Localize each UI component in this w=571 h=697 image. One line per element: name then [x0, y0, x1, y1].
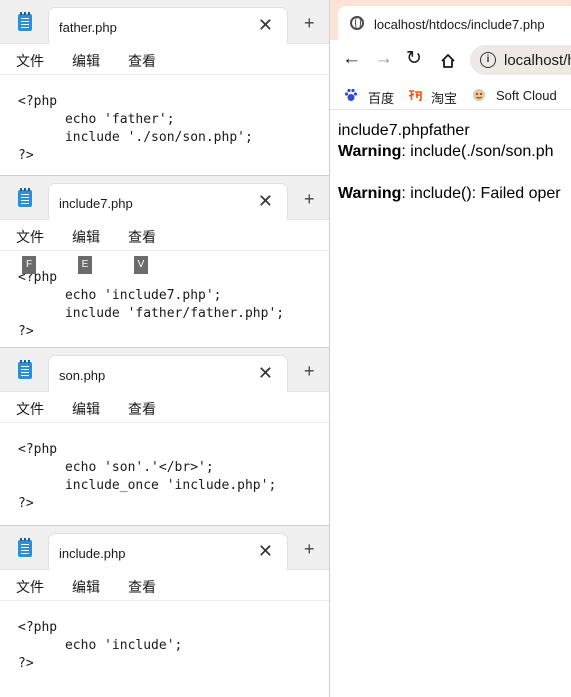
code-editor[interactable]: <?php echo 'son'.'</br>'; include_once '…: [0, 423, 329, 513]
bookmark-baidu[interactable]: 百度: [368, 88, 394, 107]
bookmark-soft-cloud[interactable]: Soft Cloud: [496, 88, 557, 103]
code-editor[interactable]: <?php echo 'include'; ?>: [0, 601, 329, 673]
close-icon[interactable]: ✕: [258, 192, 273, 210]
notepad-tab-bar: father.php ✕ +: [0, 0, 329, 44]
soft-cloud-icon: [473, 89, 485, 101]
baidu-paw-icon: [344, 88, 358, 101]
forward-arrow-icon[interactable]: →: [374, 48, 393, 70]
notepad-window-include: include.php ✕ + 文件 编辑 查看 <?php echo 'inc…: [0, 525, 330, 697]
back-arrow-icon[interactable]: ←: [342, 48, 361, 70]
notepad-tab[interactable]: include7.php ✕: [48, 183, 288, 220]
browser-window: localhost/htdocs/include7.php ← → ↻ i lo…: [329, 0, 571, 697]
menu-edit[interactable]: 编辑: [72, 577, 100, 597]
menu-file[interactable]: 文件: [16, 577, 44, 597]
page-content: include7.phpfather Warning: include(./so…: [330, 110, 571, 204]
notepad-tab-bar: include7.php ✕ +: [0, 176, 329, 220]
tab-title: son.php: [59, 368, 106, 383]
notepad-tab[interactable]: father.php ✕: [48, 7, 288, 44]
notepad-icon: [18, 538, 32, 557]
browser-tab-strip: localhost/htdocs/include7.php: [330, 0, 571, 40]
code-editor[interactable]: <?php echo 'father'; include './son/son.…: [0, 75, 329, 165]
close-icon[interactable]: ✕: [258, 542, 273, 560]
browser-tab[interactable]: localhost/htdocs/include7.php: [338, 6, 571, 40]
close-icon[interactable]: ✕: [258, 16, 273, 34]
new-tab-plus-icon[interactable]: +: [304, 362, 315, 380]
notepad-window-father: father.php ✕ + 文件 编辑 查看 <?php echo 'fath…: [0, 0, 330, 178]
notepad-menubar: 文件 编辑 查看: [0, 392, 329, 423]
notepad-tab[interactable]: son.php ✕: [48, 355, 288, 392]
notepad-window-son: son.php ✕ + 文件 编辑 查看 <?php echo 'son'.'<…: [0, 347, 330, 527]
tab-title: father.php: [59, 20, 117, 35]
notepad-menubar: 文件 编辑 查看: [0, 220, 329, 251]
warning-line-2: Warning: include(): Failed oper: [338, 183, 571, 204]
tab-title: include7.php: [59, 196, 133, 211]
menu-file[interactable]: 文件: [16, 227, 44, 247]
menu-edit[interactable]: 编辑: [72, 399, 100, 419]
notepad-tab[interactable]: include.php ✕: [48, 533, 288, 570]
menu-view[interactable]: 查看: [128, 577, 156, 597]
new-tab-plus-icon[interactable]: +: [304, 14, 315, 32]
keytip-file: F: [22, 256, 36, 274]
menu-view[interactable]: 查看: [128, 227, 156, 247]
keytip-view: V: [134, 256, 148, 274]
keytip-edit: E: [78, 256, 92, 274]
address-url: localhost/h: [504, 52, 571, 69]
code-editor[interactable]: <?php echo 'include7.php'; include 'fath…: [0, 251, 329, 341]
menu-view[interactable]: 查看: [128, 51, 156, 71]
address-bar[interactable]: i localhost/h: [470, 45, 571, 75]
info-icon[interactable]: i: [480, 52, 496, 68]
notepad-tab-bar: son.php ✕ +: [0, 348, 329, 392]
globe-icon: [350, 16, 364, 30]
menu-edit[interactable]: 编辑: [72, 227, 100, 247]
notepad-tab-bar: include.php ✕ +: [0, 526, 329, 570]
notepad-menubar: 文件 编辑 查看: [0, 44, 329, 75]
new-tab-plus-icon[interactable]: +: [304, 540, 315, 558]
bookmark-taobao[interactable]: 淘宝: [431, 88, 457, 107]
menu-file[interactable]: 文件: [16, 399, 44, 419]
notepad-menubar: 文件 编辑 查看: [0, 570, 329, 601]
tab-title: include.php: [59, 546, 126, 561]
warning-line-1: Warning: include(./son/son.ph: [338, 141, 571, 162]
notepad-icon: [18, 360, 32, 379]
browser-tab-title: localhost/htdocs/include7.php: [374, 17, 545, 32]
warning-label: Warning: [338, 143, 402, 160]
menu-view[interactable]: 查看: [128, 399, 156, 419]
bookmarks-bar: 百度 淘宝 Soft Cloud: [330, 82, 571, 110]
browser-toolbar: ← → ↻ i localhost/h: [330, 40, 571, 82]
notepad-icon: [18, 12, 32, 31]
menu-file[interactable]: 文件: [16, 51, 44, 71]
close-icon[interactable]: ✕: [258, 364, 273, 382]
notepad-icon: [18, 188, 32, 207]
new-tab-plus-icon[interactable]: +: [304, 190, 315, 208]
taobao-icon: [408, 90, 422, 102]
reload-icon[interactable]: ↻: [406, 48, 422, 70]
warning-label: Warning: [338, 185, 402, 202]
menu-edit[interactable]: 编辑: [72, 51, 100, 71]
output-line: include7.phpfather: [338, 122, 470, 139]
warning-text: : include(): Failed oper: [401, 185, 561, 202]
notepad-window-include7: include7.php ✕ + 文件 编辑 查看 <?php echo 'in…: [0, 175, 330, 353]
warning-text: : include(./son/son.ph: [401, 143, 554, 160]
home-icon[interactable]: [440, 53, 456, 69]
